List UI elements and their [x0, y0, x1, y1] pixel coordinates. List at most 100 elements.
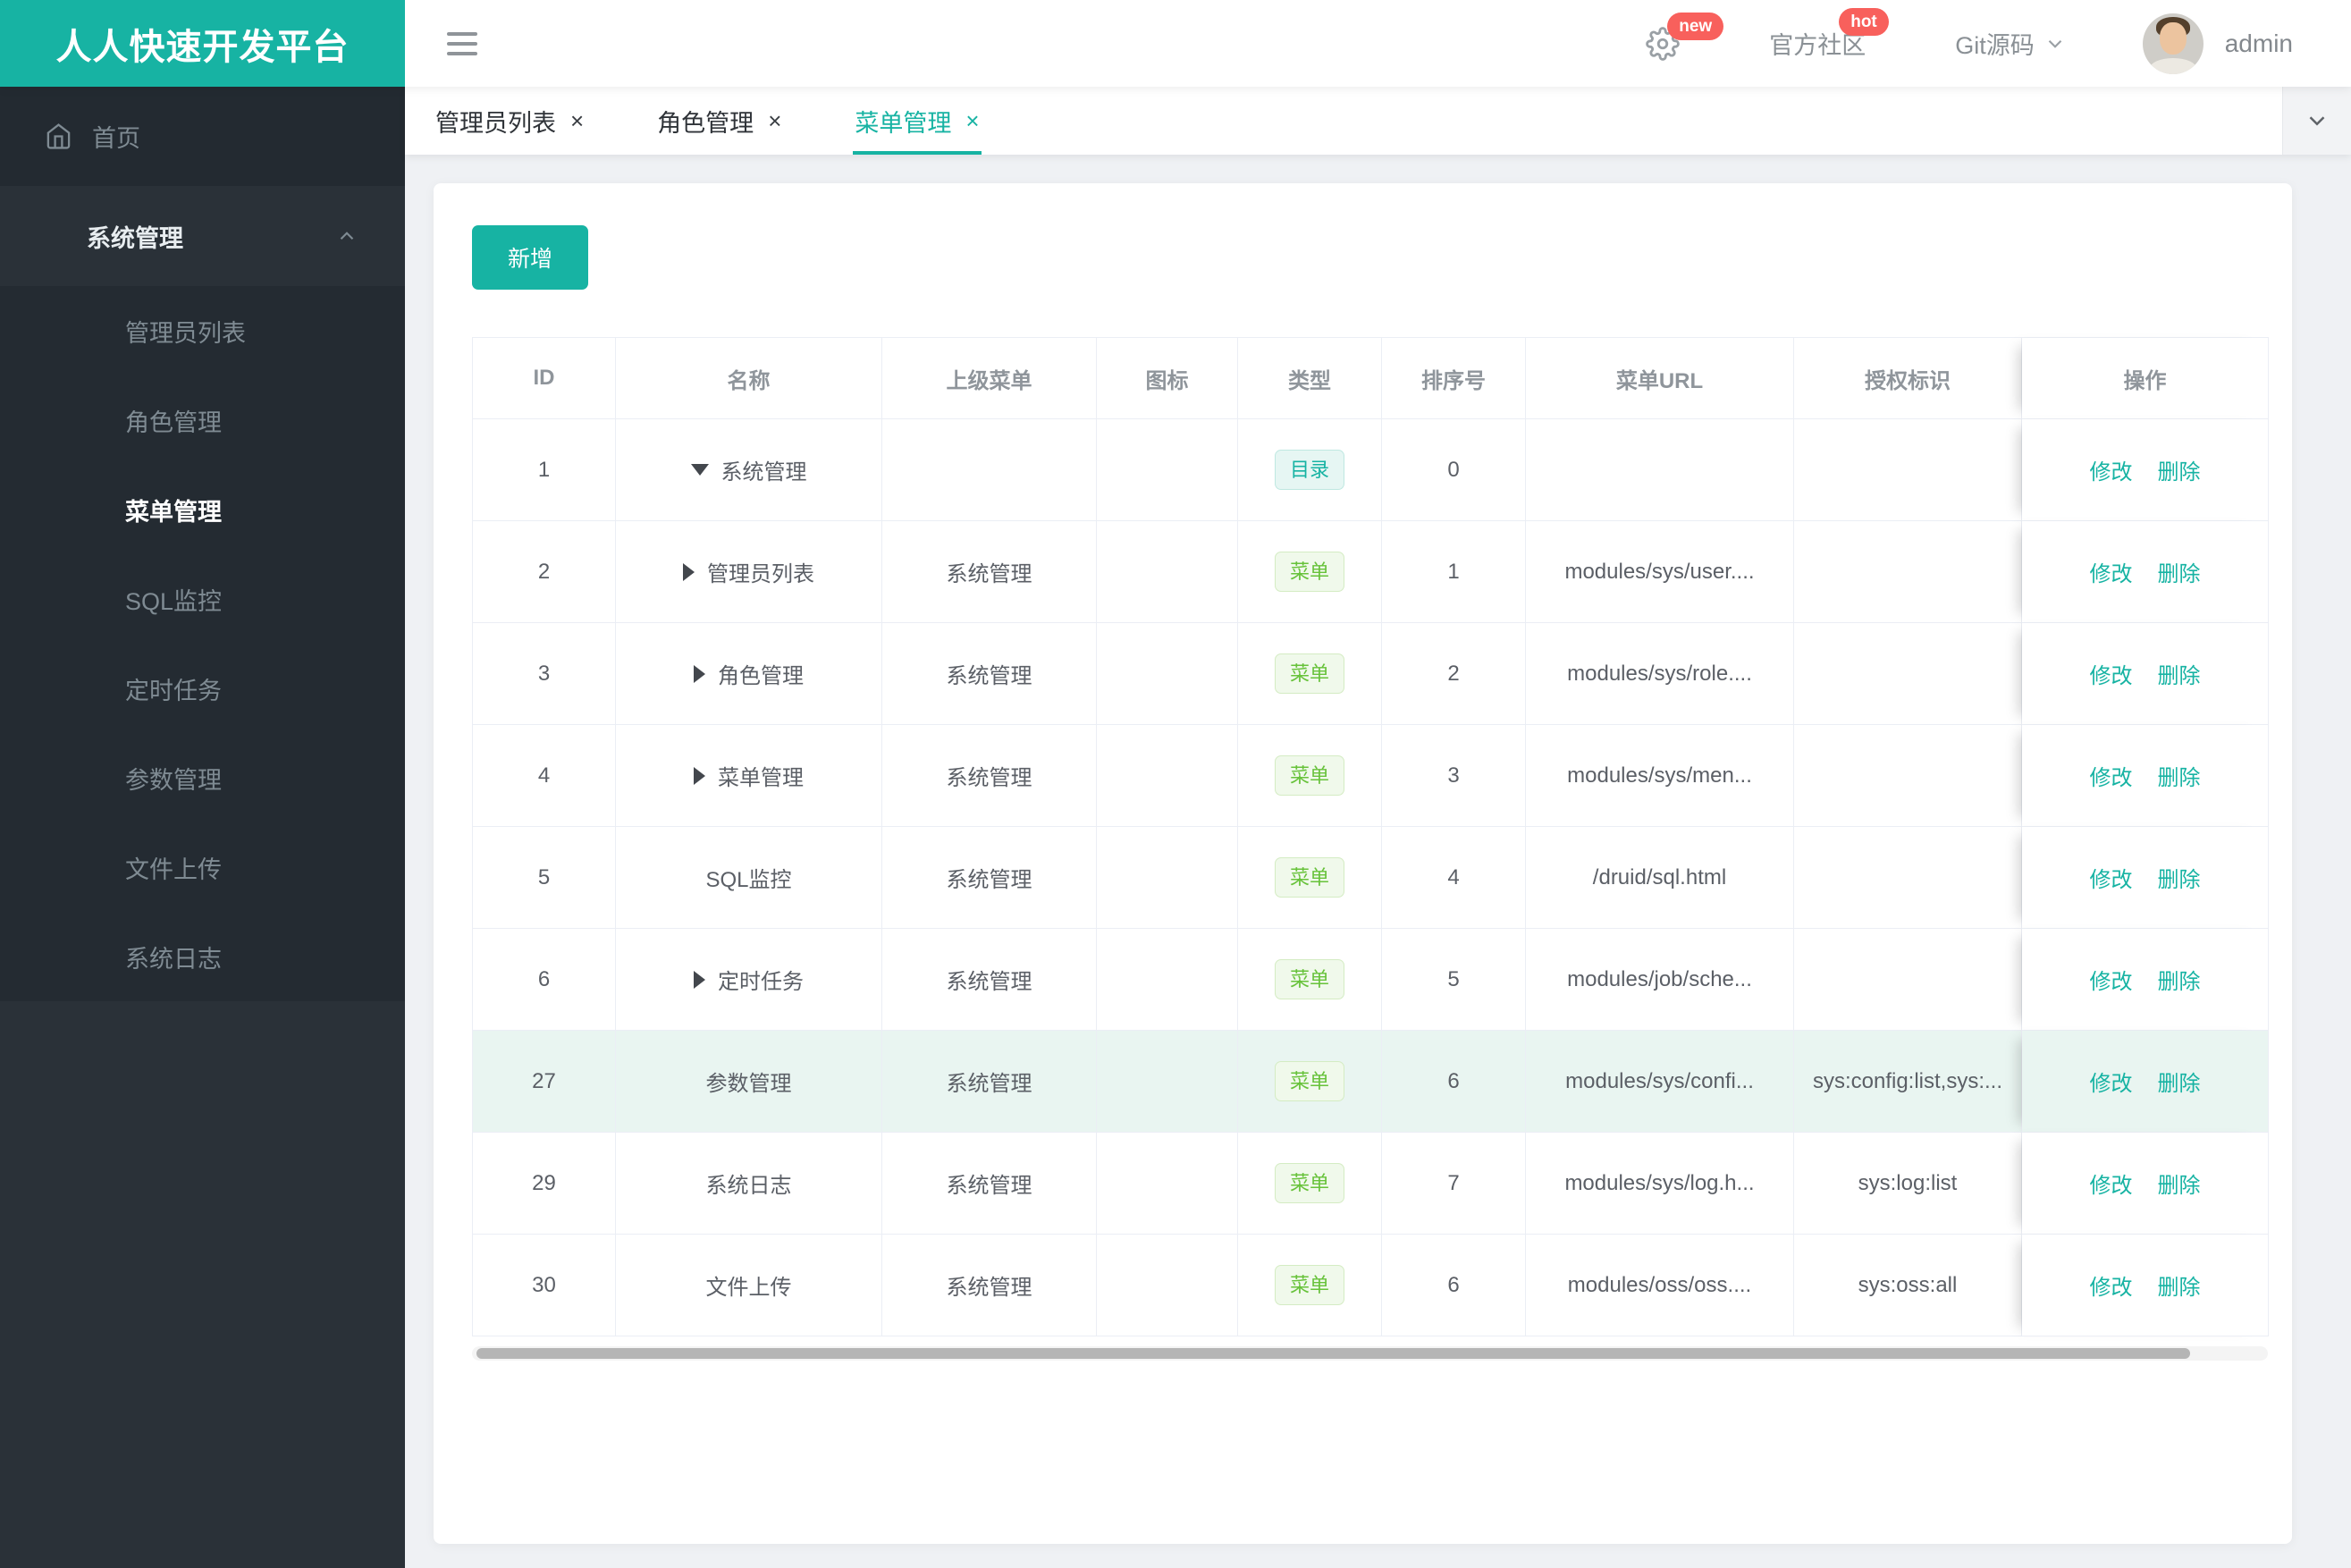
column-header: 图标	[1097, 338, 1238, 419]
cell-type: 菜单	[1238, 725, 1382, 827]
sidebar-home-label: 首页	[92, 125, 140, 152]
cell-icon	[1097, 827, 1238, 929]
delete-link[interactable]: 删除	[2158, 868, 2201, 892]
tab-close-icon[interactable]: ×	[965, 107, 979, 135]
cell-sort: 1	[1382, 521, 1526, 623]
sidebar-item-0[interactable]: 管理员列表	[0, 286, 405, 375]
delete-link[interactable]: 删除	[2158, 1276, 2201, 1300]
tab-close-icon[interactable]: ×	[570, 107, 584, 135]
sidebar-item-3[interactable]: SQL监控	[0, 554, 405, 644]
user-menu[interactable]: admin	[2142, 13, 2293, 74]
sidebar-item-2[interactable]: 菜单管理	[0, 465, 405, 554]
app-window: 人人快速开发平台 new 官方社区 hot Git源码 admin 首页 系统管…	[0, 0, 2351, 1568]
sidebar-item-label: 管理员列表	[125, 319, 246, 347]
cell-type: 目录	[1238, 419, 1382, 521]
tab-close-icon[interactable]: ×	[768, 107, 781, 135]
edit-link[interactable]: 修改	[2090, 460, 2133, 485]
chevron-down-icon	[2309, 116, 2325, 126]
sidebar-group-label: 系统管理	[87, 224, 183, 252]
community-label: 官方社区	[1769, 32, 1866, 59]
delete-link[interactable]: 删除	[2158, 664, 2201, 688]
cell-name: 系统管理	[616, 419, 882, 521]
cell-parent: 系统管理	[882, 929, 1097, 1031]
caret-right-icon[interactable]	[694, 766, 705, 785]
cell-id: 30	[473, 1235, 616, 1336]
type-tag: 菜单	[1274, 1163, 1344, 1203]
sidebar-item-label: 系统日志	[125, 945, 222, 973]
cell-actions: 修改 删除	[2022, 1133, 2269, 1235]
sidebar-item-7[interactable]: 系统日志	[0, 912, 405, 1001]
cell-id: 2	[473, 521, 616, 623]
app-logo[interactable]: 人人快速开发平台	[0, 0, 405, 87]
cell-actions: 修改 删除	[2022, 1235, 2269, 1336]
caret-right-icon[interactable]	[683, 562, 695, 581]
cell-parent: 系统管理	[882, 1235, 1097, 1336]
cell-auth	[1794, 725, 2022, 827]
sidebar-item-home[interactable]: 首页	[0, 87, 405, 186]
chevron-up-icon	[340, 232, 354, 240]
tab-label: 管理员列表	[435, 109, 556, 137]
edit-link[interactable]: 修改	[2090, 868, 2133, 892]
table-row: 1 系统管理 目录 0 修改 删除	[473, 419, 2269, 521]
tab-dropdown-button[interactable]	[2282, 87, 2351, 155]
settings-menu[interactable]: new	[1646, 12, 1724, 61]
delete-link[interactable]: 删除	[2158, 1072, 2201, 1096]
edit-link[interactable]: 修改	[2090, 1174, 2133, 1198]
cell-icon	[1097, 521, 1238, 623]
cell-name: 系统日志	[616, 1133, 882, 1235]
edit-link[interactable]: 修改	[2090, 970, 2133, 994]
delete-link[interactable]: 删除	[2158, 460, 2201, 485]
tab-2[interactable]: 菜单管理 ×	[853, 87, 982, 155]
sidebar-item-label: 角色管理	[125, 409, 222, 436]
edit-link[interactable]: 修改	[2090, 562, 2133, 586]
sidebar-item-6[interactable]: 文件上传	[0, 822, 405, 912]
delete-link[interactable]: 删除	[2158, 766, 2201, 790]
table-row: 5 SQL监控 系统管理 菜单 4/druid/sql.html 修改 删除	[473, 827, 2269, 929]
type-tag: 菜单	[1274, 857, 1344, 898]
caret-down-icon[interactable]	[690, 464, 709, 476]
table-row: 6 定时任务 系统管理 菜单 5 modules/job/sche... 修改 删除	[473, 929, 2269, 1031]
column-header: 授权标识	[1794, 338, 2022, 419]
caret-right-icon[interactable]	[694, 664, 705, 683]
table-row: 2 管理员列表 系统管理 菜单 1 modules/sys/user.... 修改 删除	[473, 521, 2269, 623]
edit-link[interactable]: 修改	[2090, 1072, 2133, 1096]
tab-1[interactable]: 角色管理 ×	[655, 87, 783, 155]
sidebar-group-system-title[interactable]: 系统管理	[0, 186, 405, 286]
delete-link[interactable]: 删除	[2158, 562, 2201, 586]
cell-actions: 修改 删除	[2022, 929, 2269, 1031]
main-area: 管理员列表 × 角色管理 × 菜单管理 × 新增 ID 名称 上级菜单 图标 类…	[405, 87, 2351, 1568]
cell-name: 菜单管理	[616, 725, 882, 827]
edit-link[interactable]: 修改	[2090, 664, 2133, 688]
user-avatar	[2142, 13, 2204, 74]
sidebar-submenu-list: 管理员列表角色管理菜单管理 SQL监控 定时任务 参数管理 文件上传系统日志	[0, 286, 405, 1001]
horizontal-scrollbar[interactable]	[472, 1346, 2268, 1361]
cell-id: 6	[473, 929, 616, 1031]
username: admin	[2224, 29, 2293, 57]
delete-link[interactable]: 删除	[2158, 970, 2201, 994]
community-link[interactable]: 官方社区 hot	[1769, 8, 1889, 61]
edit-link[interactable]: 修改	[2090, 766, 2133, 790]
tab-bar: 管理员列表 × 角色管理 × 菜单管理 ×	[405, 87, 2351, 155]
sidebar: 首页 系统管理 管理员列表角色管理菜单管理 SQL监控 定时任务 参数管理 文件上传系统…	[0, 87, 405, 1568]
scrollbar-thumb[interactable]	[476, 1348, 2190, 1359]
table-row: 27 参数管理 系统管理 菜单 6 modules/sys/confi... sys:con…	[473, 1031, 2269, 1133]
sidebar-item-4[interactable]: 定时任务	[0, 644, 405, 733]
header-main: new 官方社区 hot Git源码 admin	[405, 0, 2351, 87]
add-button[interactable]: 新增	[472, 225, 589, 290]
type-tag: 菜单	[1274, 755, 1344, 796]
sidebar-item-5[interactable]: 参数管理	[0, 733, 405, 822]
delete-link[interactable]: 删除	[2158, 1174, 2201, 1198]
cell-parent	[882, 419, 1097, 521]
cell-auth	[1794, 521, 2022, 623]
caret-right-icon[interactable]	[694, 970, 705, 989]
git-source-menu[interactable]: Git源码	[1955, 26, 2067, 61]
cell-sort: 2	[1382, 623, 1526, 725]
tab-0[interactable]: 管理员列表 ×	[434, 87, 586, 155]
cell-actions: 修改 删除	[2022, 623, 2269, 725]
cell-icon	[1097, 725, 1238, 827]
sidebar-item-1[interactable]: 角色管理	[0, 375, 405, 465]
edit-link[interactable]: 修改	[2090, 1276, 2133, 1300]
git-source-label: Git源码	[1955, 32, 2035, 59]
sidebar-toggle-button[interactable]	[443, 27, 481, 61]
table-row: 30 文件上传 系统管理 菜单 6 modules/oss/oss.... sys:oss:…	[473, 1235, 2269, 1336]
